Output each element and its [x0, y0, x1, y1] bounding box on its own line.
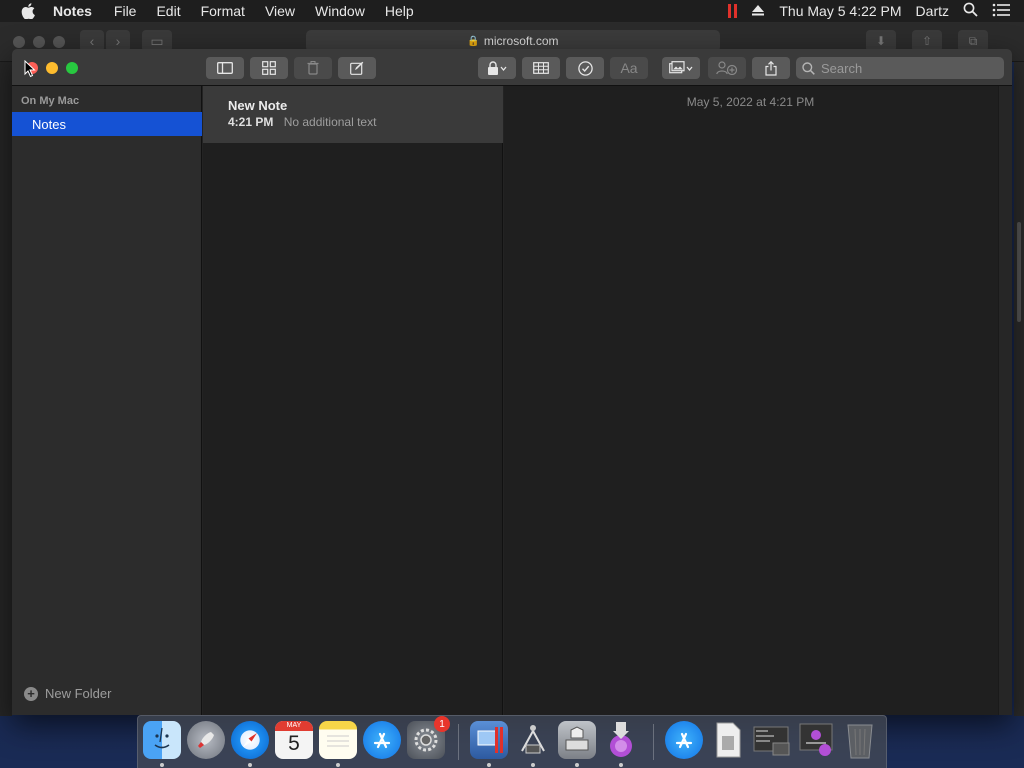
menu-edit[interactable]: Edit — [156, 3, 180, 19]
eject-icon[interactable] — [751, 3, 765, 19]
format-text-icon: Aa — [620, 60, 638, 76]
lock-icon: 🔒 — [467, 35, 480, 47]
table-button[interactable] — [522, 57, 560, 79]
menu-window[interactable]: Window — [315, 3, 365, 19]
dock-running-indicator — [160, 763, 164, 767]
add-people-icon — [716, 61, 738, 75]
dock-screenshot-stack-icon[interactable] — [753, 721, 791, 759]
note-time: 4:21 PM — [228, 115, 274, 129]
note-editor[interactable]: May 5, 2022 at 4:21 PM — [504, 86, 1012, 715]
folders-sidebar: On My Mac Notes + New Folder — [12, 86, 202, 715]
note-list: New Note 4:21 PM No additional text — [203, 86, 503, 715]
notification-badge: 1 — [434, 716, 450, 732]
safari-minimize-button[interactable] — [33, 36, 45, 48]
toggle-sidebar-button[interactable] — [206, 57, 244, 79]
sidebar-folder-notes[interactable]: Notes — [12, 112, 202, 136]
dock-app-store-icon[interactable] — [363, 721, 401, 759]
media-button[interactable] — [662, 57, 700, 79]
dock-separator — [458, 724, 459, 760]
dock-calendar-icon[interactable]: MAY 5 — [275, 721, 313, 759]
note-meta: 4:21 PM No additional text — [228, 115, 376, 129]
checklist-button[interactable] — [566, 57, 604, 79]
search-field[interactable] — [796, 57, 1004, 79]
mouse-cursor-icon — [24, 59, 36, 83]
plus-circle-icon: + — [24, 686, 38, 701]
dock-finder-icon[interactable] — [143, 721, 181, 759]
calendar-month: MAY — [275, 721, 313, 731]
dock-notes-icon[interactable] — [319, 721, 357, 759]
menu-view[interactable]: View — [265, 3, 295, 19]
dock-app-store-folder-icon[interactable] — [665, 721, 703, 759]
photo-icon — [669, 61, 693, 74]
sidebar-folder-label: Notes — [32, 116, 66, 132]
spotlight-icon[interactable] — [963, 2, 978, 20]
new-folder-button[interactable]: + New Folder — [24, 686, 111, 701]
safari-scrollbar[interactable] — [1017, 222, 1021, 322]
gallery-view-button[interactable] — [250, 57, 288, 79]
safari-zoom-button[interactable] — [53, 36, 65, 48]
note-date: May 5, 2022 at 4:21 PM — [686, 95, 815, 109]
grid-icon — [262, 61, 276, 75]
sidebar-icon — [217, 62, 233, 74]
table-icon — [533, 62, 549, 74]
dock-running-indicator — [619, 763, 623, 767]
new-folder-label: New Folder — [45, 686, 112, 701]
menu-app-name[interactable]: Notes — [53, 3, 92, 19]
safari-close-button[interactable] — [13, 36, 25, 48]
dock-running-indicator — [531, 763, 535, 767]
dock-parallels-icon[interactable] — [470, 721, 508, 759]
dock-system-preferences-icon[interactable]: 1 — [407, 716, 450, 759]
share-button[interactable] — [752, 57, 790, 79]
editor-scrollbar-track[interactable] — [998, 86, 1012, 715]
dock-directory-utility-icon[interactable] — [514, 721, 552, 759]
safari-content-edge — [0, 62, 12, 716]
calendar-day: 5 — [288, 732, 300, 755]
dock-running-indicator — [575, 763, 579, 767]
add-people-button[interactable] — [708, 57, 746, 79]
delete-note-button[interactable] — [294, 57, 332, 79]
dock-separator — [653, 724, 654, 760]
note-list-item[interactable]: New Note 4:21 PM No additional text — [203, 86, 503, 143]
new-note-button[interactable] — [338, 57, 376, 79]
apple-menu-icon[interactable] — [17, 0, 39, 22]
menu-file[interactable]: File — [114, 3, 137, 19]
dock: MAY 5 1 — [137, 715, 887, 768]
parallels-status-icon[interactable] — [728, 4, 738, 18]
dock-installer-script-icon[interactable] — [797, 721, 835, 759]
desktop: Notes File Edit Format View Window Help … — [0, 0, 1024, 768]
safari-content-edge-right — [1014, 62, 1024, 716]
dock-installer-icon[interactable] — [602, 721, 640, 759]
dock-launchpad-icon[interactable] — [187, 721, 225, 759]
note-preview: No additional text — [283, 115, 377, 129]
minimize-button[interactable] — [46, 62, 58, 74]
trash-icon — [307, 61, 319, 75]
dock-running-indicator — [336, 763, 340, 767]
dock-boot-camp-icon[interactable] — [558, 721, 596, 759]
checkmark-circle-icon — [577, 60, 593, 76]
dock-trash-icon[interactable] — [841, 721, 879, 759]
share-icon — [765, 60, 777, 76]
safari-address-text: microsoft.com — [483, 34, 559, 48]
compose-icon — [350, 61, 364, 75]
format-button[interactable]: Aa — [610, 57, 648, 79]
menu-format[interactable]: Format — [201, 3, 245, 19]
dock-running-indicator — [487, 763, 491, 767]
menu-help[interactable]: Help — [385, 3, 414, 19]
lock-note-button[interactable] — [478, 57, 516, 79]
search-input[interactable] — [821, 60, 1001, 76]
sidebar-section-label: On My Mac — [21, 95, 80, 107]
dock-document-icon[interactable] — [709, 721, 747, 759]
dock-running-indicator — [248, 763, 252, 767]
search-icon — [802, 61, 815, 75]
note-title: New Note — [228, 98, 288, 113]
menu-bar: Notes File Edit Format View Window Help … — [0, 0, 1024, 22]
notes-toolbar: Aa — [12, 49, 1012, 86]
notes-window: Aa On My Mac Notes + — [12, 49, 1012, 715]
menu-user[interactable]: Dartz — [916, 3, 949, 19]
zoom-button[interactable] — [66, 62, 78, 74]
lock-icon — [488, 61, 507, 75]
dock-safari-icon[interactable] — [231, 721, 269, 759]
notification-center-icon[interactable] — [992, 3, 1010, 20]
menu-clock[interactable]: Thu May 5 4:22 PM — [779, 3, 901, 19]
